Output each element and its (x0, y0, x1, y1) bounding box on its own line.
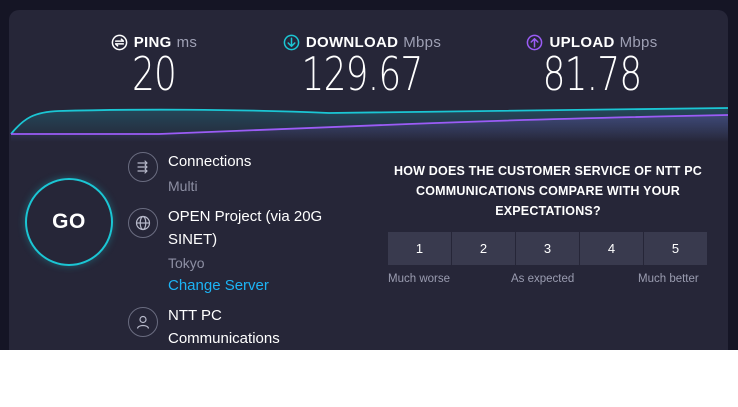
scale-low-label: Much worse (388, 273, 450, 285)
connections-value[interactable]: Multi (168, 178, 198, 194)
rating-button-4[interactable]: 4 (580, 232, 643, 265)
rating-row: 1 2 3 4 5 (388, 232, 707, 265)
speed-graph (10, 107, 728, 142)
speedtest-screen: PING ms 20 DOWNLOAD Mbps 129.67 UPLOAD M… (0, 0, 738, 350)
provider-name: NTT PC Communications (168, 307, 280, 347)
scale-mid-label: As expected (511, 273, 575, 285)
upload-metric: UPLOAD Mbps 81.78 (517, 34, 667, 99)
go-button[interactable]: GO (25, 178, 113, 266)
download-value: 129.67 (301, 47, 424, 101)
server-name: OPEN Project (via 20G SINET) (168, 208, 323, 248)
connections-title: Connections (168, 153, 252, 170)
go-button-label: GO (52, 210, 86, 233)
download-metric: DOWNLOAD Mbps 129.67 (277, 34, 447, 99)
user-icon (128, 307, 158, 337)
rating-button-5[interactable]: 5 (644, 232, 707, 265)
globe-icon (128, 208, 158, 238)
scale-high-label: Much better (638, 273, 699, 285)
rating-button-2[interactable]: 2 (452, 232, 515, 265)
ping-metric: PING ms 20 (104, 34, 204, 99)
connections-arrows-icon (128, 152, 158, 182)
change-server-link[interactable]: Change Server (168, 277, 269, 294)
rating-button-3[interactable]: 3 (516, 232, 579, 265)
server-location: Tokyo (168, 255, 205, 271)
survey-question: HOW DOES THE CUSTOMER SERVICE OF NTT PC … (393, 164, 703, 218)
upload-value: 81.78 (542, 47, 643, 101)
rating-button-1[interactable]: 1 (388, 232, 451, 265)
ping-value: 20 (131, 47, 177, 101)
